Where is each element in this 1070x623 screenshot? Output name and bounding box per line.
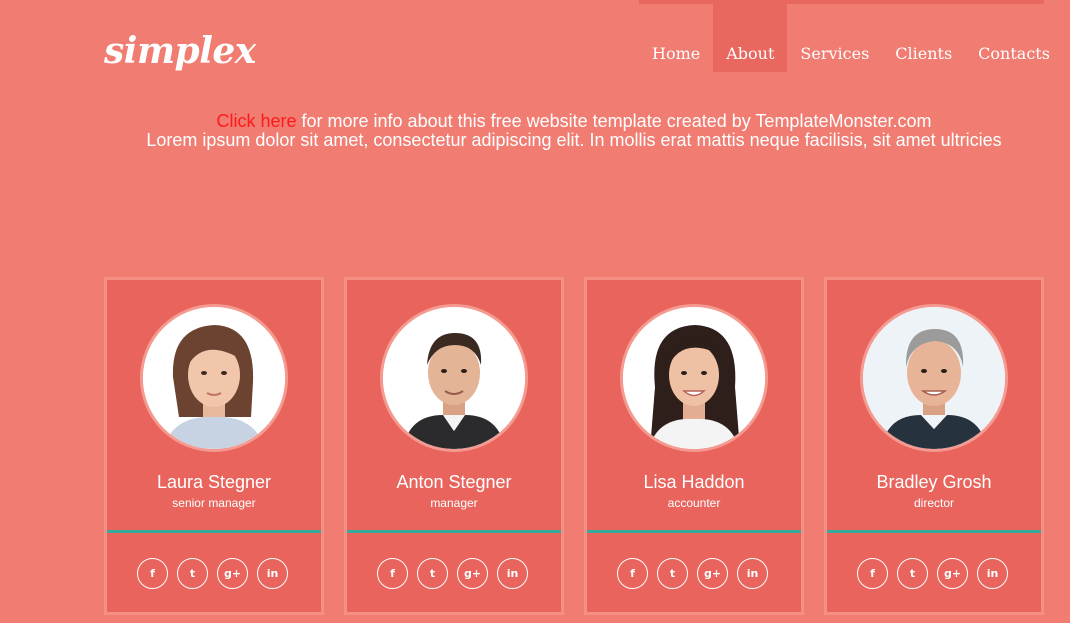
linkedin-icon[interactable]: in (257, 558, 288, 589)
twitter-icon[interactable]: t (657, 558, 688, 589)
woman-portrait-icon (623, 307, 765, 449)
man-portrait-icon (863, 307, 1005, 449)
linkedin-icon[interactable]: in (977, 558, 1008, 589)
team-card: Bradley Grosh director f t g+ in (824, 277, 1044, 615)
team-member-photo (620, 304, 768, 452)
google-plus-icon[interactable]: g+ (457, 558, 488, 589)
team-member-role: senior manager (172, 496, 256, 510)
team-card: Lisa Haddon accounter f t g+ in (584, 277, 804, 615)
team-card: Laura Stegner senior manager f t g+ in (104, 277, 324, 615)
site-logo[interactable]: simplex (104, 30, 256, 72)
nav-item-home[interactable]: Home (639, 4, 713, 72)
facebook-icon[interactable]: f (377, 558, 408, 589)
team-member-role: director (913, 496, 954, 510)
twitter-icon[interactable]: t (177, 558, 208, 589)
team-member-name: Anton Stegner (396, 472, 512, 492)
woman-portrait-icon (143, 307, 285, 449)
social-links: f t g+ in (377, 558, 528, 589)
card-divider (587, 530, 801, 533)
team-member-name: Lisa Haddon (643, 472, 745, 492)
google-plus-icon[interactable]: g+ (217, 558, 248, 589)
team-member-photo (140, 304, 288, 452)
google-plus-icon[interactable]: g+ (697, 558, 728, 589)
team-member-role: manager (430, 496, 478, 510)
click-here-link[interactable]: Click here (216, 111, 296, 131)
team-member-name: Laura Stegner (156, 472, 272, 492)
twitter-icon[interactable]: t (897, 558, 928, 589)
promo-text: Click here for more info about this free… (0, 112, 1070, 150)
google-plus-icon[interactable]: g+ (937, 558, 968, 589)
promo-lorem: Lorem ipsum dolor sit amet, consectetur … (146, 130, 1002, 150)
promo-text-rest: for more info about this free website te… (296, 111, 932, 131)
social-links: f t g+ in (137, 558, 288, 589)
nav-item-clients[interactable]: Clients (882, 4, 965, 72)
nav-item-services[interactable]: Services (787, 4, 882, 72)
nav-item-about[interactable]: About (713, 4, 788, 72)
social-links: f t g+ in (857, 558, 1008, 589)
man-portrait-icon (383, 307, 525, 449)
facebook-icon[interactable]: f (137, 558, 168, 589)
card-divider (347, 530, 561, 533)
team-member-role: accounter (667, 496, 721, 510)
twitter-icon[interactable]: t (417, 558, 448, 589)
facebook-icon[interactable]: f (857, 558, 888, 589)
team-card: Anton Stegner manager f t g+ in (344, 277, 564, 615)
facebook-icon[interactable]: f (617, 558, 648, 589)
team-member-name: Bradley Grosh (876, 472, 992, 492)
linkedin-icon[interactable]: in (497, 558, 528, 589)
nav-item-contacts[interactable]: Contacts (965, 4, 1063, 72)
team-member-photo (860, 304, 1008, 452)
social-links: f t g+ in (617, 558, 768, 589)
team-member-photo (380, 304, 528, 452)
main-nav: Home About Services Clients Contacts (639, 4, 1063, 72)
card-divider (827, 530, 1041, 533)
linkedin-icon[interactable]: in (737, 558, 768, 589)
card-divider (107, 530, 321, 533)
